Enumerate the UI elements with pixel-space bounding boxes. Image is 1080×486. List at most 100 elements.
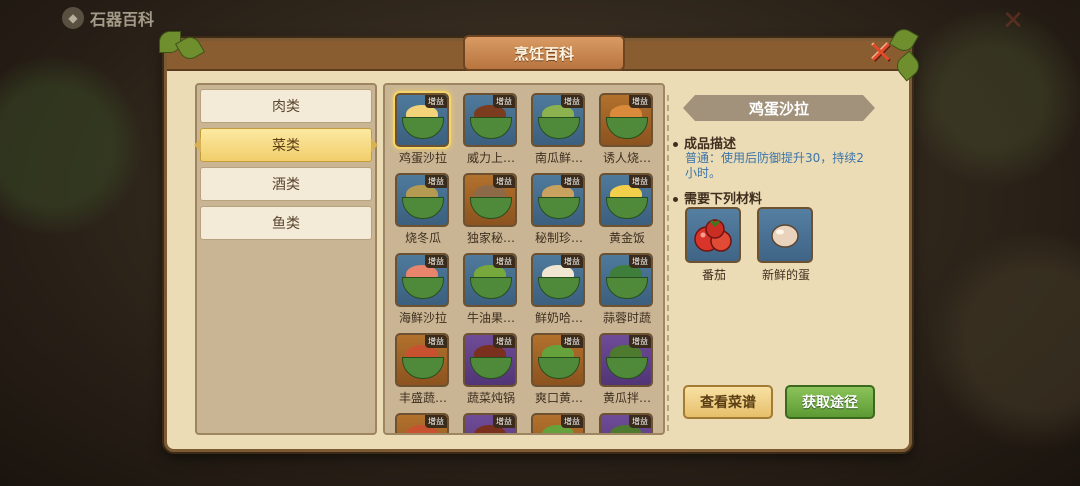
dish-bowl-icon: 增益 xyxy=(395,253,449,307)
dish-bowl-icon: 增益 xyxy=(599,333,653,387)
material-name: 番茄 xyxy=(701,268,726,282)
dish-name: 蒜蓉时蔬 xyxy=(602,311,651,325)
dish-item[interactable]: 增益海鲜沙拉 xyxy=(393,253,453,331)
dish-item[interactable]: 增益丰盛蔬… xyxy=(393,333,453,411)
dish-bowl-icon: 增益 xyxy=(599,413,653,433)
egg-icon xyxy=(757,207,813,263)
brand-title: 石器百科 xyxy=(90,10,155,29)
material-egg[interactable]: 新鲜的蛋 xyxy=(757,207,815,283)
dish-item[interactable]: 增益诱人烧… xyxy=(597,93,657,171)
dish-item[interactable]: 增益 xyxy=(597,413,657,433)
buff-badge: 增益 xyxy=(425,95,447,108)
dish-name: 鲜奶哈… xyxy=(534,311,583,325)
dish-bowl-icon: 增益 xyxy=(531,413,585,433)
dish-name: 牛油果… xyxy=(466,311,515,325)
dish-item[interactable]: 增益 爽口黄… xyxy=(529,333,589,411)
dish-name: 烧冬瓜 xyxy=(404,231,441,245)
dish-item[interactable]: 增益烧冬瓜 xyxy=(393,173,453,251)
materials-heading: 需要下列材料 xyxy=(673,188,762,207)
dish-item[interactable]: 增益蒜蓉时蔬 xyxy=(597,253,657,331)
dish-bowl-icon: 增益 xyxy=(531,253,585,307)
category-wine[interactable]: 酒类 xyxy=(200,167,372,201)
background-close-icon: ✕ xyxy=(1002,6,1024,36)
dish-item[interactable]: 增益 xyxy=(529,413,589,433)
dish-item[interactable]: 增益 xyxy=(393,413,453,433)
buff-badge: 增益 xyxy=(493,255,515,268)
dish-bowl-icon: 增益 xyxy=(531,93,585,147)
game-brand: ◆ 石器百科 xyxy=(62,6,154,30)
buff-badge: 增益 xyxy=(561,255,583,268)
buff-badge: 增益 xyxy=(493,335,515,348)
buff-badge: 增益 xyxy=(425,255,447,268)
buff-badge: 增益 xyxy=(493,175,515,188)
category-vegetable[interactable]: 菜类 xyxy=(194,128,378,162)
dish-bowl-icon: 增益 xyxy=(463,333,517,387)
buff-badge: 增益 xyxy=(493,95,515,108)
buff-badge: 增益 xyxy=(561,335,583,348)
dish-name: 海鲜沙拉 xyxy=(398,311,447,325)
panel-divider xyxy=(667,95,669,431)
dish-item[interactable]: 增益蔬菜炖锅 xyxy=(461,333,521,411)
category-list: 肉类 菜类 酒类 鱼类 xyxy=(194,83,378,435)
category-meat[interactable]: 肉类 xyxy=(200,89,372,123)
dish-item[interactable]: 增益牛油果… xyxy=(461,253,521,331)
dish-item[interactable]: 增益黄瓜拌… xyxy=(597,333,657,411)
dish-bowl-icon: 增益 xyxy=(395,413,449,433)
dish-grid[interactable]: 增益 鸡蛋沙拉 增益 威力上… 增益 南瓜鲜… 增益 诱人烧… 增益 烧冬瓜 增益 独家秘… 增益 秘制珍… xyxy=(383,83,665,435)
buff-badge: 增益 xyxy=(561,95,583,108)
dish-bowl-icon: 增益 xyxy=(599,253,653,307)
dish-item[interactable]: 增益南瓜鲜… xyxy=(529,93,589,171)
dish-item[interactable]: 增益 xyxy=(461,413,521,433)
buff-badge: 增益 xyxy=(629,415,651,428)
dish-bowl-icon: 增益 xyxy=(395,333,449,387)
dish-bowl-icon: 增益 xyxy=(463,173,517,227)
dish-item[interactable]: 增益 威力上… xyxy=(461,93,521,171)
cooking-encyclopedia-window: 烹饪百科 ✕ 肉类 菜类 酒类 鱼类 增益 鸡蛋沙拉 增益 威力上… 增益 南瓜鲜… 增益诱… xyxy=(159,24,924,452)
stone-logo-icon: ◆ xyxy=(62,7,84,29)
detail-title: 鸡蛋沙拉 xyxy=(683,95,875,121)
dish-bowl-icon: 增益 xyxy=(463,93,517,147)
dish-name: 黄金饭 xyxy=(608,231,645,245)
dish-item[interactable]: 增益秘制珍… xyxy=(529,173,589,251)
buff-badge: 增益 xyxy=(425,335,447,348)
dish-bowl-icon: 增益 xyxy=(395,173,449,227)
dish-name: 黄瓜拌… xyxy=(602,391,651,405)
buff-badge: 增益 xyxy=(425,175,447,188)
view-recipe-button[interactable]: 查看菜谱 xyxy=(683,385,773,419)
dish-bowl-icon: 增益 xyxy=(463,253,517,307)
dish-item[interactable]: 增益鲜奶哈… xyxy=(529,253,589,331)
bullet-icon xyxy=(673,142,678,147)
dish-name: 鸡蛋沙拉 xyxy=(398,151,447,165)
dish-item[interactable]: 增益鸡蛋沙拉 xyxy=(393,93,453,171)
obtain-method-button[interactable]: 获取途径 xyxy=(785,385,875,419)
dish-name: 秘制珍… xyxy=(534,231,583,245)
dish-bowl-icon: 增益 xyxy=(599,93,653,147)
dish-bowl-icon: 增益 xyxy=(531,173,585,227)
dish-name: 南瓜鲜… xyxy=(534,151,583,165)
dish-name: 诱人烧… xyxy=(602,151,651,165)
close-x-icon: ✕ xyxy=(868,35,894,71)
buff-badge: 增益 xyxy=(561,415,583,428)
tomato-icon xyxy=(685,207,741,263)
dish-name: 丰盛蔬… xyxy=(398,391,447,405)
materials-heading-text: 需要下列材料 xyxy=(684,192,763,207)
buff-badge: 增益 xyxy=(629,335,651,348)
dish-bowl-icon: 增益 xyxy=(531,333,585,387)
dish-name: 蔬菜炖锅 xyxy=(466,391,515,405)
category-fish[interactable]: 鱼类 xyxy=(200,206,372,240)
dish-item[interactable]: 增益 黄金饭 xyxy=(597,173,657,251)
buff-badge: 增益 xyxy=(561,175,583,188)
dish-name: 独家秘… xyxy=(466,231,515,245)
dish-bowl-icon: 增益 xyxy=(395,93,449,147)
buff-badge: 增益 xyxy=(629,255,651,268)
dish-bowl-icon: 增益 xyxy=(599,173,653,227)
dish-bowl-icon: 增益 xyxy=(463,413,517,433)
description-heading: 成品描述 xyxy=(673,133,736,152)
description-heading-text: 成品描述 xyxy=(684,137,737,152)
material-tomato[interactable]: 番茄 xyxy=(685,207,743,283)
dish-item[interactable]: 增益独家秘… xyxy=(461,173,521,251)
close-button[interactable]: ✕ xyxy=(865,35,897,71)
bullet-icon xyxy=(673,197,678,202)
buff-badge: 增益 xyxy=(629,95,651,108)
dish-detail-panel: 鸡蛋沙拉 成品描述 普通：使用后防御提升30，持续2小时。 需要下列材料 番茄 xyxy=(673,83,887,431)
